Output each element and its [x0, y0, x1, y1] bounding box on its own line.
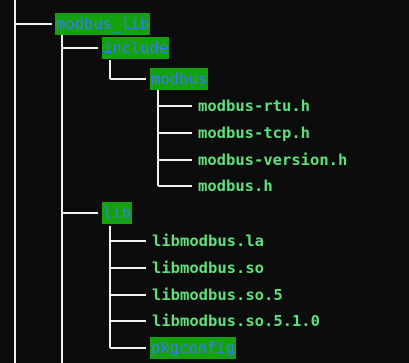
folder-pkgconfig[interactable]: pkgconfig	[150, 337, 236, 359]
file-libmodbus-la[interactable]: libmodbus.la	[152, 230, 264, 252]
file-modbus-rtu-h[interactable]: modbus-rtu.h	[198, 95, 310, 117]
file-modbus-tcp-h[interactable]: modbus-tcp.h	[198, 122, 310, 144]
folder-lib[interactable]: lib	[102, 202, 132, 224]
file-modbus-h[interactable]: modbus.h	[198, 175, 273, 197]
terminal-window: modbus_lib include modbus modbus-rtu.h m…	[0, 0, 409, 363]
file-libmodbus-so-5[interactable]: libmodbus.so.5	[152, 284, 283, 306]
folder-include[interactable]: include	[102, 37, 170, 59]
folder-modbus[interactable]: modbus	[150, 68, 208, 90]
file-modbus-version-h[interactable]: modbus-version.h	[198, 149, 347, 171]
folder-modbus-lib[interactable]: modbus_lib	[55, 13, 151, 35]
file-libmodbus-so-5-1-0[interactable]: libmodbus.so.5.1.0	[152, 310, 320, 332]
file-libmodbus-so[interactable]: libmodbus.so	[152, 257, 264, 279]
